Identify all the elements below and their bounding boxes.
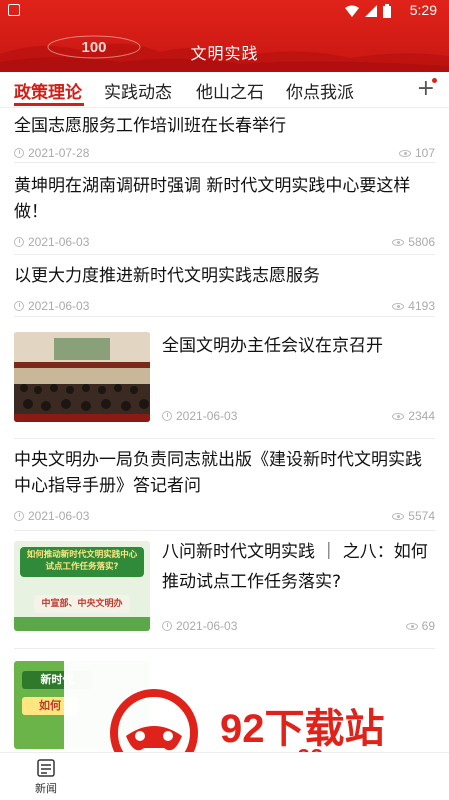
list-item[interactable]: 全国志愿服务工作培训班在长春举行 2021-07-28 107 [14, 108, 435, 163]
clock-icon [162, 621, 172, 631]
status-bar: 5:29 [0, 0, 449, 22]
notification-icon [8, 4, 20, 16]
list-item[interactable]: 以更大力度推进新时代文明实践志愿服务 2021-06-03 4193 [14, 255, 435, 317]
article-date: 2021-06-03 [28, 509, 90, 523]
news-icon [37, 759, 55, 777]
article-title: 全国志愿服务工作培训班在长春举行 [14, 116, 286, 136]
nav-news-label: 新闻 [35, 782, 57, 795]
views-icon [392, 238, 405, 246]
article-date: 2021-07-28 [28, 146, 90, 160]
tab-policy-theory[interactable]: 政策理论 [14, 78, 82, 103]
signal-icon [365, 5, 377, 17]
bottom-navigation: 新闻 [0, 752, 449, 800]
article-date: 2021-06-03 [28, 299, 90, 313]
article-title: 黄坤明在湖南调研时强调 新时代文明实践中心要这样做！ [14, 176, 411, 222]
article-views: 5574 [408, 509, 435, 523]
status-time: 5:29 [409, 2, 437, 18]
clock-icon [14, 237, 24, 247]
article-title: 中央文明办一局负责同志就出版《建设新时代文明实践中心指导手册》答记者问 [14, 450, 422, 496]
article-views: 5806 [408, 235, 435, 249]
views-icon [392, 412, 405, 420]
views-icon [405, 622, 418, 630]
clock-icon [14, 301, 24, 311]
article-views: 4193 [408, 299, 435, 313]
list-item[interactable]: 全国文明办主任会议在京召开 2021-06-03 2344 [14, 317, 435, 439]
tab-others-experience[interactable]: 他山之石 [196, 78, 264, 103]
clock-icon [14, 148, 24, 158]
list-item[interactable]: 黄坤明在湖南调研时强调 新时代文明实践中心要这样做！ 2021-06-03 58… [14, 163, 435, 255]
tab-practice-news[interactable]: 实践动态 [104, 78, 172, 103]
article-title: 以更大力度推进新时代文明实践志愿服务 [14, 266, 320, 286]
battery-icon [383, 4, 391, 18]
article-thumbnail [14, 332, 150, 422]
new-dot-badge [432, 78, 437, 83]
article-date: 2021-06-03 [176, 619, 238, 633]
list-item[interactable]: 中央文明办一局负责同志就出版《建设新时代文明实践中心指导手册》答记者问 2021… [14, 439, 435, 531]
views-icon [392, 512, 405, 520]
tab-you-order-we-serve[interactable]: 你点我派 [286, 78, 354, 103]
article-views: 107 [414, 146, 435, 160]
article-list: 全国志愿服务工作培训班在长春举行 2021-07-28 107 黄坤明在湖南调研… [0, 108, 449, 749]
article-views: 2344 [408, 409, 435, 423]
article-title: 八问新时代文明实践 ｜ 之八：如何推动试点工作任务落实? [162, 542, 428, 592]
thumbnail-subcaption: 中宣部、中央文明办 [34, 595, 130, 613]
clock-icon [162, 411, 172, 421]
page-title: 文明实践 [190, 44, 259, 63]
thumbnail-caption: 如何推动新时代文明实践中心试点工作任务落实? [26, 550, 138, 572]
article-views: 69 [421, 619, 435, 633]
clock-icon [14, 511, 24, 521]
active-tab-indicator [14, 103, 84, 106]
nav-news[interactable]: 新闻 [26, 759, 66, 796]
wifi-icon [345, 5, 359, 17]
article-date: 2021-06-03 [176, 409, 238, 423]
article-title: 全国文明办主任会议在京召开 [162, 336, 383, 356]
article-date: 2021-06-03 [28, 235, 90, 249]
views-icon [398, 149, 411, 157]
article-thumbnail: 如何推动新时代文明实践中心试点工作任务落实? 中宣部、中央文明办 [14, 541, 150, 631]
list-item[interactable]: 如何推动新时代文明实践中心试点工作任务落实? 中宣部、中央文明办 八问新时代文明… [14, 531, 435, 649]
app-header: 5:29 100 文明实践 [0, 0, 449, 72]
category-tabs: 政策理论 实践动态 他山之石 你点我派 + [0, 72, 449, 108]
views-icon [392, 302, 405, 310]
